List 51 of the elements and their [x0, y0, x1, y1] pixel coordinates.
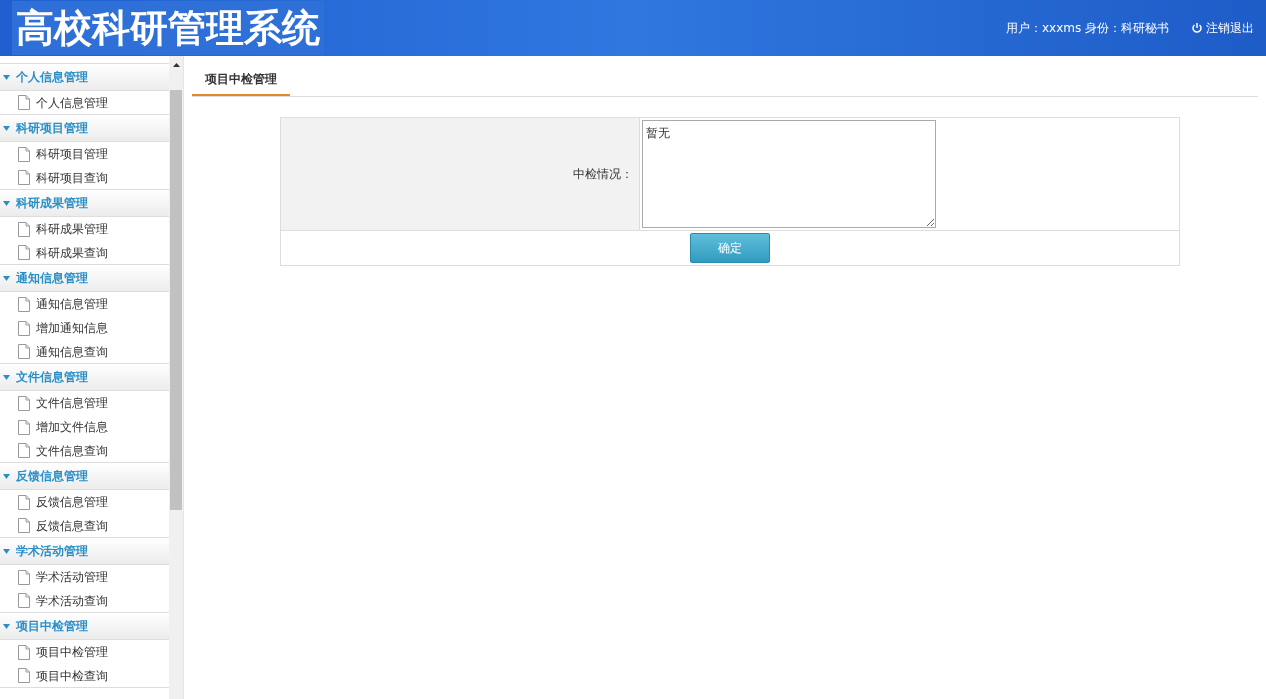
document-icon [18, 569, 30, 585]
document-icon [18, 443, 30, 458]
logout-button[interactable]: 注销退出 [1191, 19, 1254, 37]
sidebar-link[interactable]: 项目中检查询 [36, 666, 108, 685]
document-icon [18, 320, 30, 336]
sidebar-link[interactable]: 文件信息管理 [36, 394, 108, 412]
sidebar-link[interactable]: 文件信息查询 [36, 441, 108, 460]
sidebar-link[interactable]: 学术活动管理 [36, 568, 108, 586]
caret-down-icon [3, 73, 10, 81]
sidebar-link[interactable]: 科研项目查询 [36, 168, 108, 187]
document-icon [18, 95, 30, 110]
caret-down-icon [3, 622, 10, 630]
document-icon [18, 419, 30, 435]
caret-down-icon [3, 124, 10, 132]
user-info: 用户：xxxms 身份：科研秘书 [1005, 20, 1169, 37]
sidebar-link[interactable]: 项目中检管理 [36, 643, 108, 661]
text-area[interactable]: 暂无 [642, 120, 936, 228]
sidebar-link[interactable]: 通知信息查询 [36, 342, 108, 361]
document-icon [18, 494, 30, 510]
sidebar-link[interactable]: 个人信息管理 [36, 93, 108, 112]
tab[interactable]: 项目中检管理 [192, 63, 290, 96]
caret-down-icon [3, 373, 10, 381]
sidebar-link[interactable]: 反馈信息查询 [36, 516, 108, 535]
document-icon [18, 518, 30, 533]
sidebar-link[interactable]: 科研项目管理 [36, 145, 108, 163]
document-icon [18, 644, 30, 660]
caret-down-icon [3, 472, 10, 480]
caret-down-icon [3, 274, 10, 282]
field-label: 中检情况： [573, 166, 633, 183]
sidebar-link[interactable]: 增加文件信息 [36, 418, 108, 436]
sidebar-link[interactable]: 通知信息管理 [36, 295, 108, 313]
document-icon [18, 395, 30, 411]
sidebar-link[interactable]: 学术活动查询 [36, 591, 108, 610]
caret-down-icon [3, 547, 10, 555]
document-icon [18, 170, 30, 185]
scroll-up-icon [172, 63, 180, 68]
document-icon [18, 146, 30, 162]
sidebar-link[interactable]: 科研成果查询 [36, 243, 108, 262]
system-title: 高校科研管理系统 [12, 1, 324, 55]
sidebar-link[interactable]: 科研成果管理 [36, 220, 108, 238]
document-icon [18, 296, 30, 312]
scrollbar-thumb[interactable] [170, 90, 183, 510]
document-icon [18, 245, 30, 260]
document-icon [18, 668, 30, 683]
document-icon [18, 593, 30, 608]
document-icon [18, 344, 30, 359]
power-icon [1191, 22, 1203, 34]
sidebar-link[interactable]: 增加通知信息 [36, 319, 108, 337]
sidebar-link[interactable]: 反馈信息管理 [36, 493, 108, 511]
document-icon [18, 221, 30, 237]
caret-down-icon [3, 199, 10, 207]
